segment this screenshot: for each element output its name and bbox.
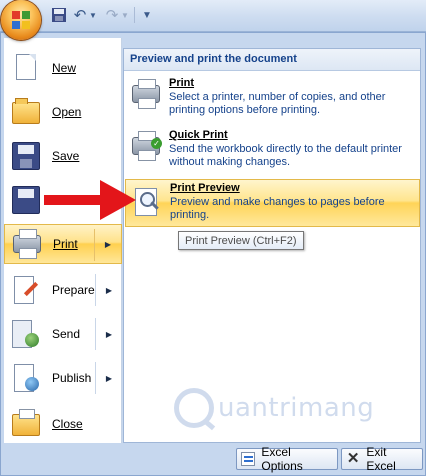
redo-dropdown-icon[interactable]: ▼ <box>120 5 130 25</box>
option-description: Send the workbook directly to the defaul… <box>169 143 402 168</box>
submenu-arrow-icon[interactable]: ▶ <box>106 286 112 295</box>
menu-item-open[interactable]: Open <box>4 92 122 132</box>
new-document-icon <box>16 54 36 80</box>
menu-item-label: Publish <box>52 371 92 385</box>
option-print[interactable]: Print Select a printer, number of copies… <box>125 75 420 125</box>
option-quick-print[interactable]: ✓ Quick Print Send the workbook directly… <box>125 127 420 177</box>
submenu-arrow-icon[interactable]: ▶ <box>106 330 112 339</box>
split-divider <box>95 362 96 394</box>
printer-icon <box>132 79 160 109</box>
close-icon: ✕ <box>346 450 360 467</box>
menu-item-new[interactable]: New <box>4 48 122 88</box>
save-icon <box>12 142 40 170</box>
save-icon[interactable] <box>50 5 68 25</box>
option-title: Quick Print <box>169 129 228 141</box>
excel-options-button[interactable]: Excel Options <box>236 445 338 473</box>
menu-item-print[interactable]: Print ▶ <box>4 224 122 264</box>
quick-print-icon: ✓ <box>132 131 162 161</box>
split-divider <box>95 274 96 306</box>
options-icon <box>241 452 256 466</box>
watermark-text: uantrimang <box>218 393 375 423</box>
undo-dropdown-icon[interactable]: ▼ <box>88 5 98 25</box>
check-icon: ✓ <box>151 138 162 149</box>
option-title: Print <box>169 77 195 89</box>
option-title: Print Preview <box>170 182 240 194</box>
left-command-list: New Open Save Print ▶ Prepare ▶ Send ▶ P… <box>4 38 122 443</box>
menu-item-publish[interactable]: Publish ▶ <box>4 358 122 398</box>
publish-icon <box>14 364 39 392</box>
open-folder-icon <box>12 98 40 124</box>
office-button[interactable] <box>1 0 41 40</box>
watermark: uantrimang <box>174 386 374 430</box>
menu-item-send[interactable]: Send ▶ <box>4 314 122 354</box>
split-divider <box>94 229 95 261</box>
print-preview-icon <box>135 188 157 216</box>
split-divider <box>95 318 96 350</box>
menu-item-prepare[interactable]: Prepare ▶ <box>4 270 122 310</box>
watermark-logo-icon <box>174 388 214 428</box>
tooltip: Print Preview (Ctrl+F2) <box>178 231 304 250</box>
close-folder-icon <box>12 409 40 436</box>
menu-item-label: Send <box>52 327 81 341</box>
menu-item-label: Open <box>52 105 82 119</box>
menu-item-label: Save <box>52 149 80 163</box>
submenu-arrow-icon[interactable]: ▶ <box>106 374 112 383</box>
printer-icon <box>13 229 41 259</box>
menu-item-label: New <box>52 61 77 75</box>
redo-icon[interactable]: ↷ <box>104 5 120 25</box>
submenu-arrow-icon[interactable]: ▶ <box>105 240 111 249</box>
menu-item-save[interactable]: Save <box>4 136 122 176</box>
undo-icon[interactable]: ↶ <box>72 5 88 25</box>
menu-item-label: Close <box>52 417 83 431</box>
send-icon <box>12 320 39 348</box>
toolbar-separator <box>134 7 135 23</box>
exit-excel-button[interactable]: ✕ Exit Excel <box>341 445 423 473</box>
red-arrow-annotation <box>44 180 136 220</box>
option-description: Select a printer, number of copies, and … <box>169 91 386 116</box>
menu-item-label: Prepare <box>52 283 95 297</box>
title-bar: ↶ ▼ ↷ ▼ ▼ <box>0 0 426 32</box>
option-description: Preview and make changes to pages before… <box>170 196 385 221</box>
office-logo-icon <box>12 11 30 29</box>
prepare-icon <box>14 276 34 304</box>
customize-toolbar-button[interactable]: ▼ <box>140 5 154 25</box>
option-print-preview[interactable]: Print Preview Preview and make changes t… <box>125 179 420 227</box>
exit-excel-label: Exit Excel <box>366 445 396 473</box>
save-as-icon <box>12 186 40 214</box>
menu-item-close[interactable]: Close <box>4 404 122 444</box>
panel-title: Preview and print the document <box>124 49 420 71</box>
menu-item-label: Print <box>53 237 78 251</box>
excel-options-label: Excel Options <box>261 445 303 473</box>
